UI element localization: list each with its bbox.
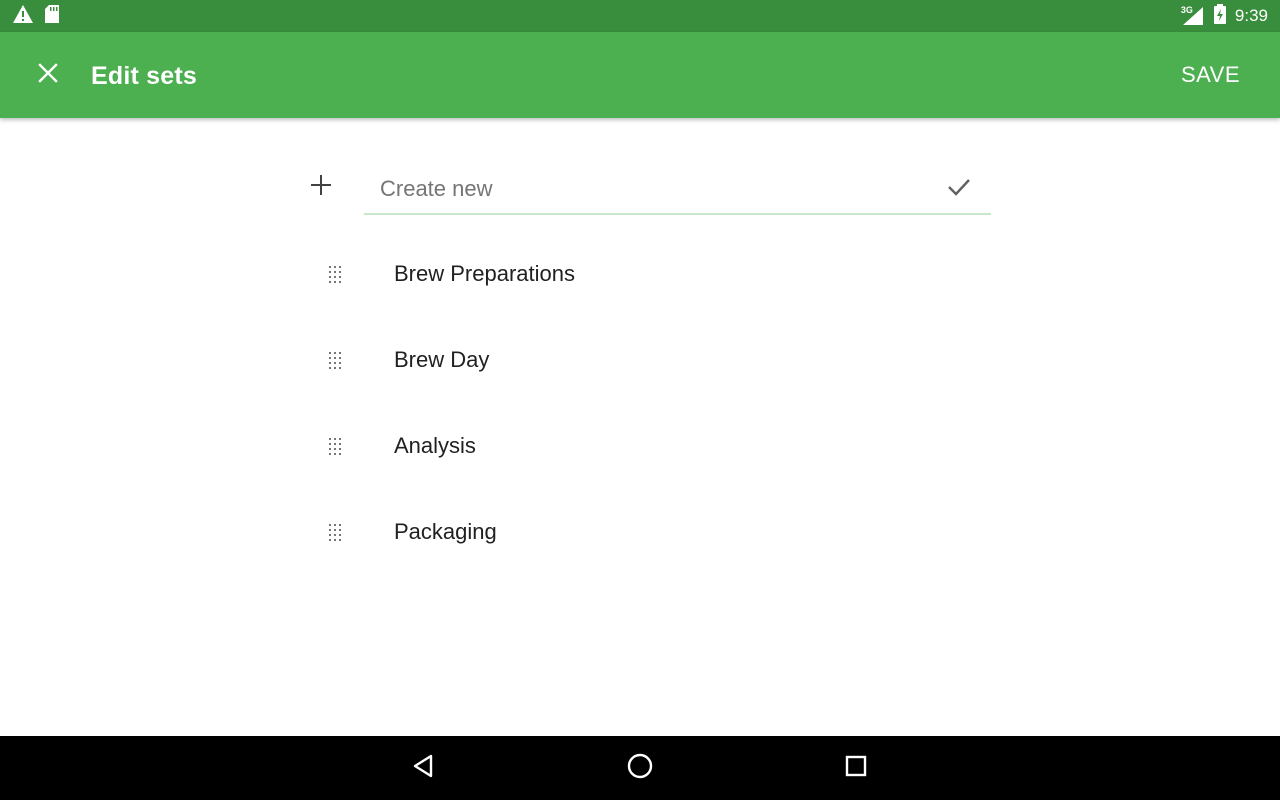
list-item[interactable]: Brew Day: [300, 317, 1000, 403]
set-list: Brew Preparations Brew Day Analysis Pack…: [300, 231, 1000, 575]
app-bar: Edit sets SAVE: [0, 32, 1280, 118]
recents-button[interactable]: [836, 748, 876, 788]
plus-icon: [310, 174, 332, 201]
warning-icon: [12, 4, 34, 29]
back-button[interactable]: [404, 748, 444, 788]
save-button[interactable]: SAVE: [1165, 54, 1256, 96]
recents-icon: [844, 754, 868, 783]
navigation-bar: [0, 736, 1280, 800]
drag-handle-icon[interactable]: [326, 523, 344, 543]
home-button[interactable]: [620, 748, 660, 788]
network-type-label: 3G: [1180, 5, 1193, 15]
status-bar: 3G 9:39: [0, 0, 1280, 32]
add-set-button[interactable]: [304, 170, 338, 204]
drag-handle-icon[interactable]: [326, 351, 344, 371]
battery-icon: [1213, 3, 1227, 30]
list-item[interactable]: Packaging: [300, 489, 1000, 575]
page-title: Edit sets: [91, 62, 197, 90]
back-icon: [411, 753, 437, 784]
list-item[interactable]: Analysis: [300, 403, 1000, 489]
set-label: Packaging: [394, 519, 497, 544]
set-label: Brew Day: [394, 347, 490, 372]
drag-handle-icon[interactable]: [326, 265, 344, 285]
create-new-input[interactable]: [364, 164, 991, 215]
close-button[interactable]: [24, 51, 72, 99]
home-icon: [626, 752, 654, 785]
main-content: Brew Preparations Brew Day: [0, 118, 1280, 736]
list-item[interactable]: Brew Preparations: [300, 231, 1000, 317]
create-new-row: [300, 164, 1000, 216]
check-icon: [947, 177, 971, 202]
set-label: Analysis: [394, 433, 476, 458]
status-left-icons: [12, 4, 60, 29]
confirm-create-button[interactable]: [942, 172, 976, 206]
close-icon: [38, 62, 58, 88]
set-label: Brew Preparations: [394, 261, 575, 286]
signal-icon: 3G: [1181, 5, 1205, 27]
sd-card-icon: [44, 4, 60, 29]
status-time: 9:39: [1234, 6, 1268, 25]
drag-handle-icon[interactable]: [326, 437, 344, 457]
status-right-icons: 3G 9:39: [1181, 3, 1268, 30]
